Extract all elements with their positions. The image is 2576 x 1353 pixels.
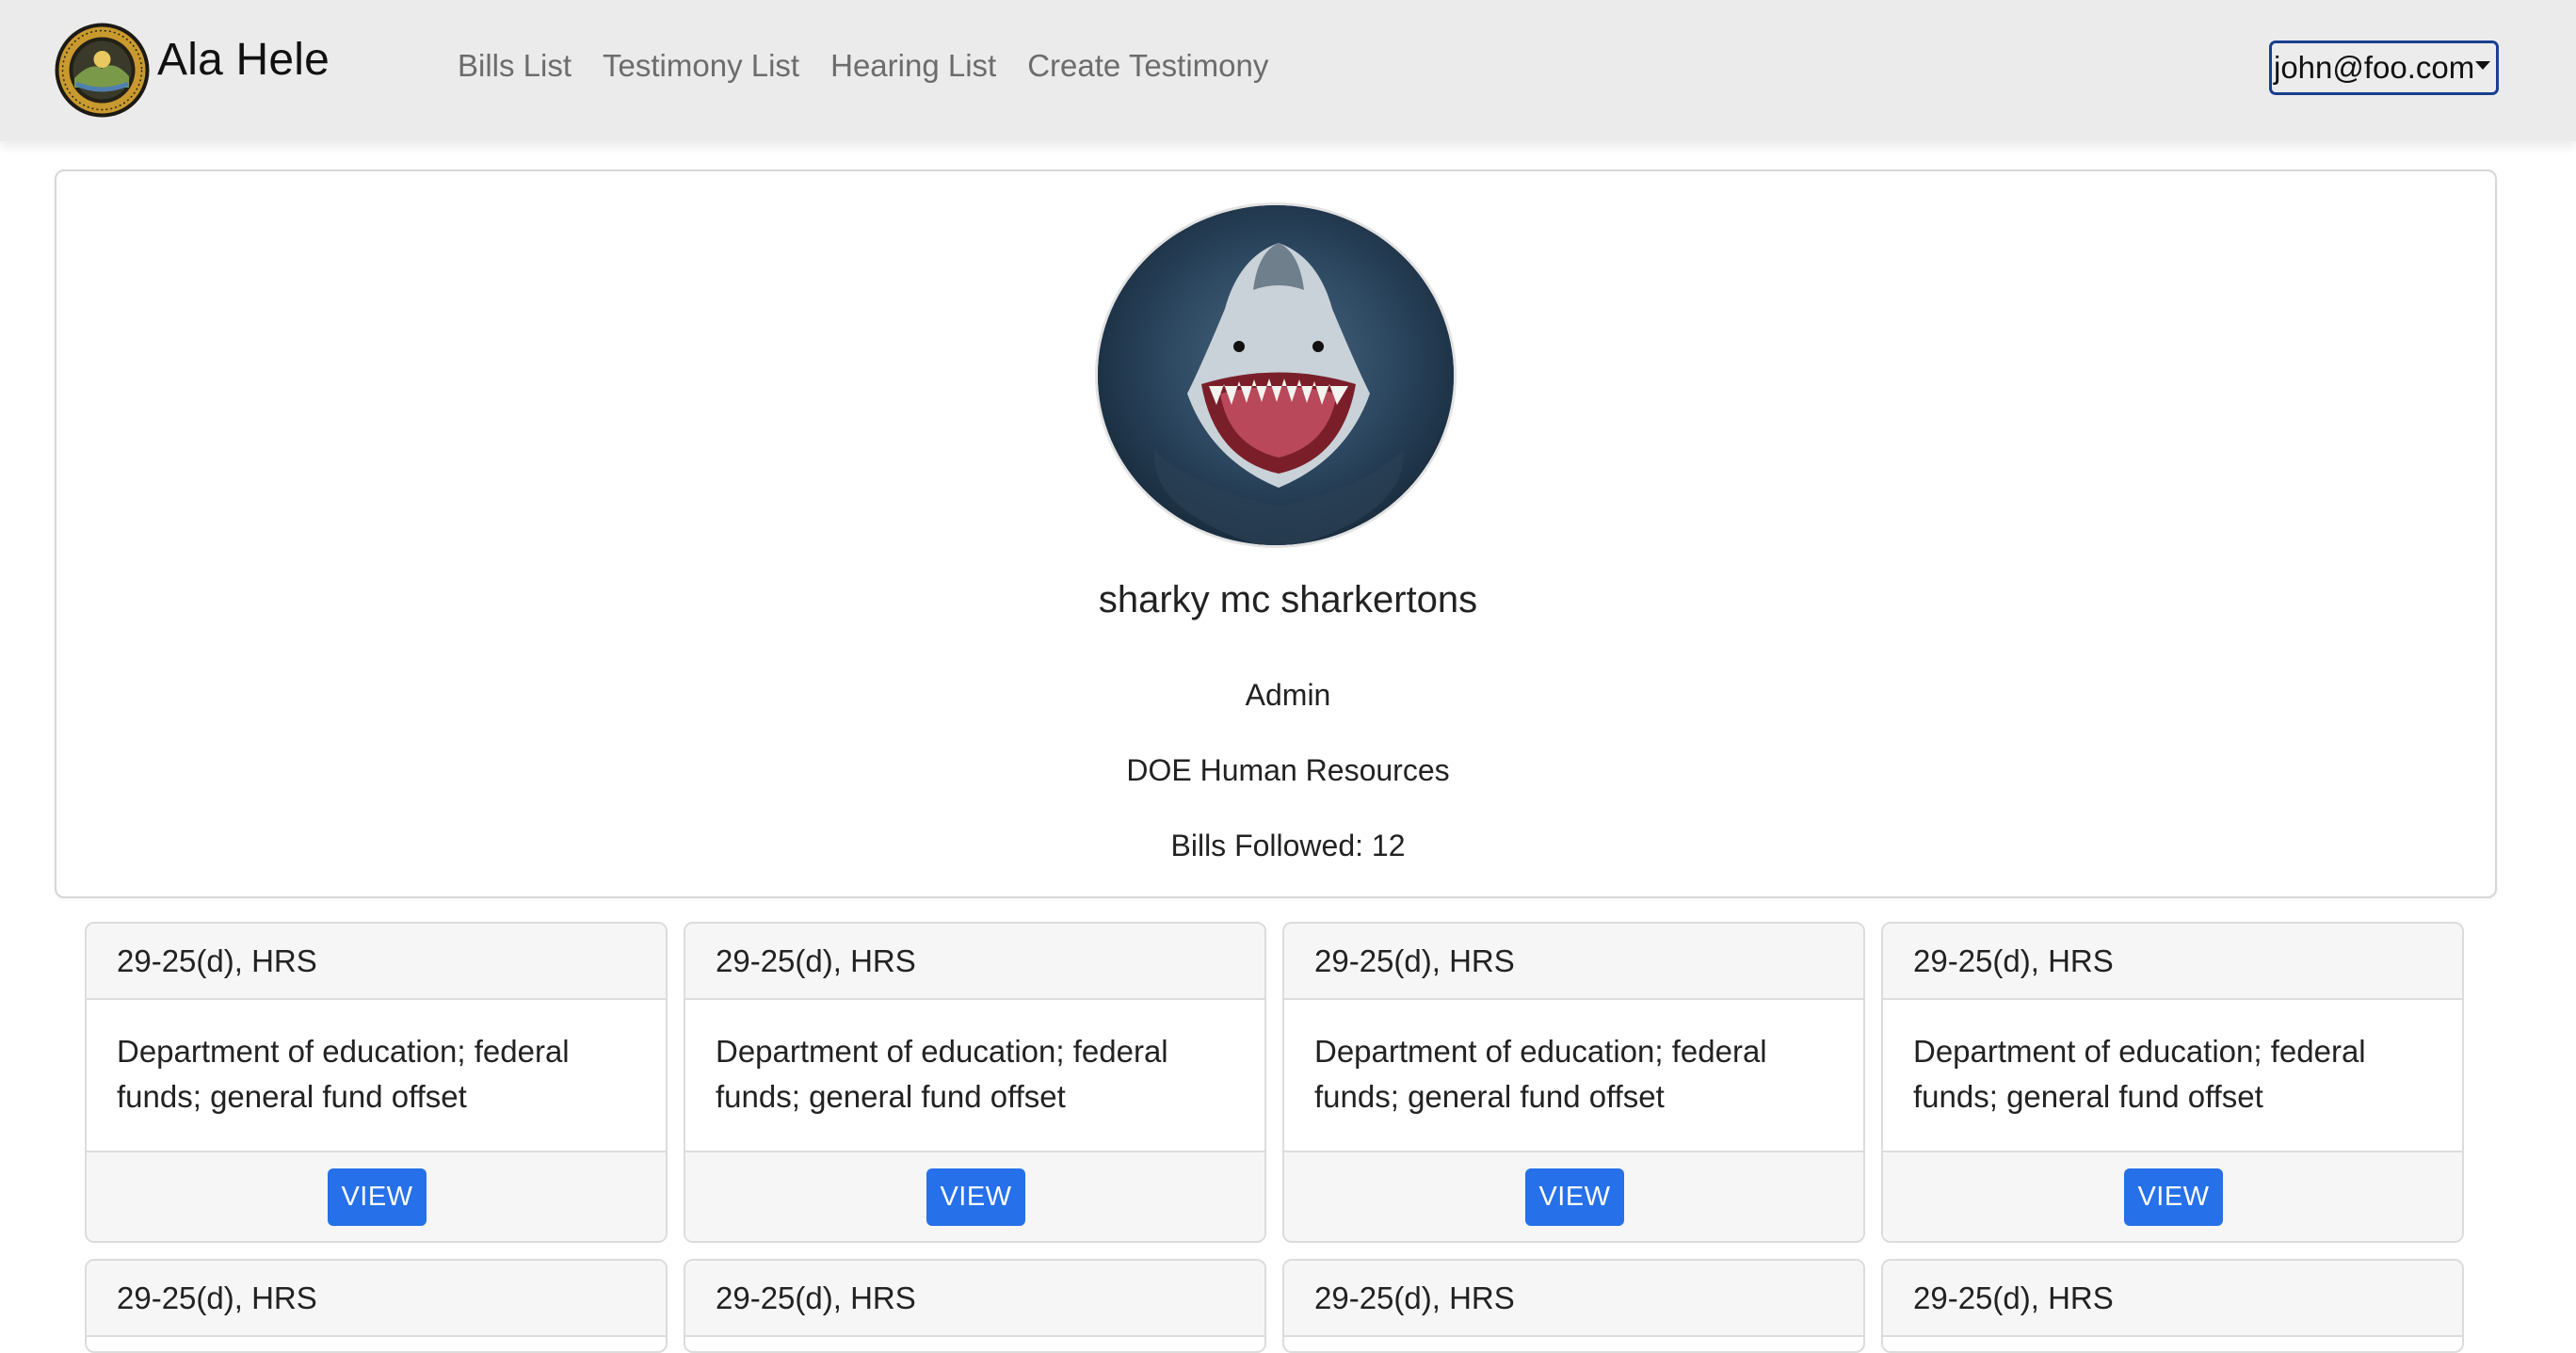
nav-bills-list[interactable]: Bills List: [458, 48, 572, 84]
bill-code: 29-25(d), HRS: [685, 924, 1264, 1000]
bill-description: Department of education; federal funds; …: [1883, 1000, 2462, 1152]
profile-name: sharky mc sharkertons: [1098, 579, 1478, 620]
nav-testimony-list[interactable]: Testimony List: [603, 48, 799, 84]
bill-code: 29-25(d), HRS: [1284, 1261, 1863, 1337]
bill-code: 29-25(d), HRS: [87, 924, 666, 1000]
bill-code: 29-25(d), HRS: [87, 1261, 666, 1337]
bill-card: 29-25(d), HRS Department of education; f…: [684, 922, 1266, 1243]
nav-create-testimony[interactable]: Create Testimony: [1027, 48, 1268, 84]
bill-card-footer: VIEW: [87, 1152, 666, 1241]
view-button[interactable]: VIEW: [328, 1168, 427, 1226]
user-menu-dropdown[interactable]: john@foo.com: [2269, 40, 2499, 95]
main-nav: Bills List Testimony List Hearing List C…: [458, 48, 1299, 84]
bill-card: 29-25(d), HRS: [684, 1259, 1266, 1353]
avatar: [1095, 202, 1457, 548]
bill-card-footer: VIEW: [1883, 1152, 2462, 1241]
bill-code: 29-25(d), HRS: [1883, 1261, 2462, 1337]
bill-card: 29-25(d), HRS Department of education; f…: [1282, 922, 1865, 1243]
bill-card: 29-25(d), HRS: [1881, 1259, 2464, 1353]
nav-hearing-list[interactable]: Hearing List: [830, 48, 996, 84]
view-button[interactable]: VIEW: [926, 1168, 1025, 1226]
brand-title[interactable]: Ala Hele: [157, 34, 330, 86]
bill-description: Department of education; federal funds; …: [87, 1000, 666, 1152]
profile-role: Admin: [1245, 678, 1331, 712]
bill-card: 29-25(d), HRS: [1282, 1259, 1865, 1353]
bill-card: 29-25(d), HRS: [85, 1259, 668, 1353]
view-button[interactable]: VIEW: [2124, 1168, 2223, 1226]
profile-department: DOE Human Resources: [1126, 753, 1450, 787]
bill-card: 29-25(d), HRS Department of education; f…: [1881, 922, 2464, 1243]
bill-description: Department of education; federal funds; …: [1284, 1000, 1863, 1152]
bill-code: 29-25(d), HRS: [1284, 924, 1863, 1000]
bill-description: Department of education; federal funds; …: [685, 1000, 1264, 1152]
state-seal-logo[interactable]: [54, 22, 151, 119]
caret-down-icon: [2475, 61, 2490, 70]
view-button[interactable]: VIEW: [1525, 1168, 1624, 1226]
navbar: Ala Hele Bills List Testimony List Heari…: [0, 0, 2576, 141]
bill-code: 29-25(d), HRS: [1883, 924, 2462, 1000]
bill-code: 29-25(d), HRS: [685, 1261, 1264, 1337]
profile-bills-followed: Bills Followed: 12: [1170, 829, 1406, 862]
user-email: john@foo.com: [2274, 50, 2475, 85]
bill-card: 29-25(d), HRS Department of education; f…: [85, 922, 668, 1243]
bill-card-footer: VIEW: [1284, 1152, 1863, 1241]
bill-card-footer: VIEW: [685, 1152, 1264, 1241]
